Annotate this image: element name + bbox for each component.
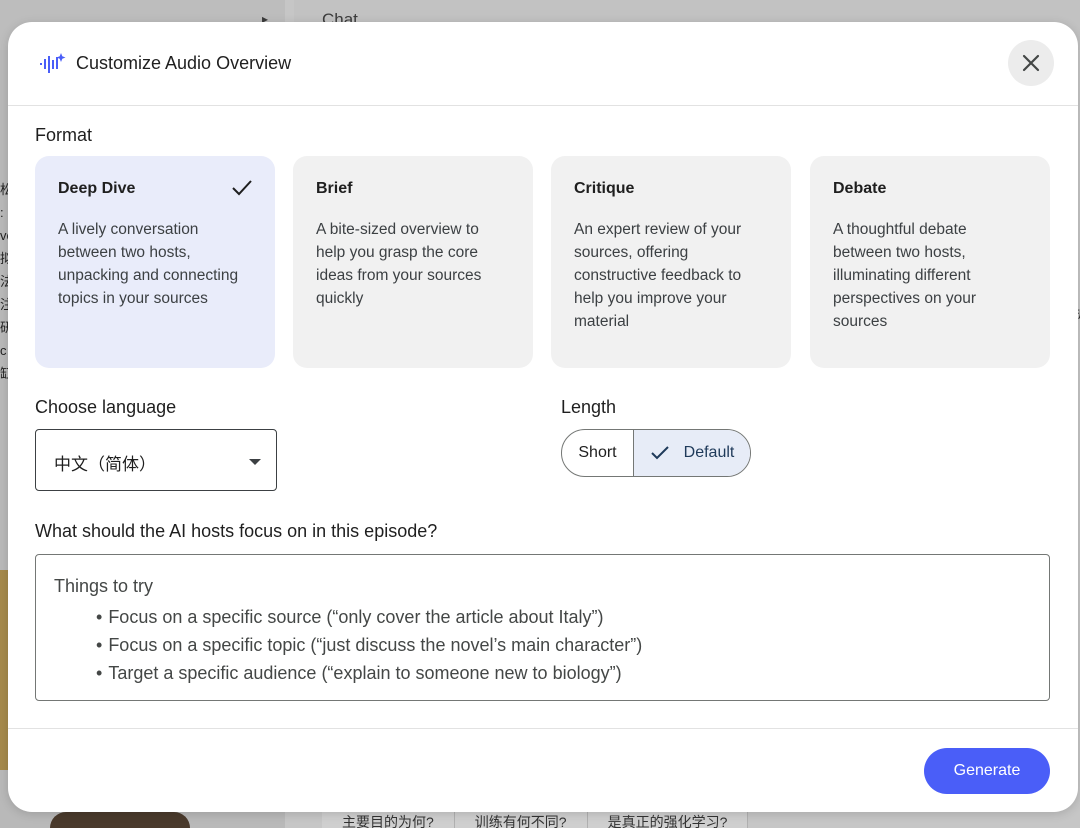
focus-label: What should the AI hosts focus on in thi…	[35, 521, 438, 541]
format-card-deep-dive[interactable]: Deep Dive A lively conversation between …	[35, 156, 275, 368]
dialog-title: Customize Audio Overview	[76, 53, 292, 73]
format-card-critique[interactable]: Critique An expert review of your source…	[551, 156, 791, 368]
format-card-title: Critique	[574, 180, 635, 197]
generate-button[interactable]: Generate	[924, 748, 1050, 794]
format-card-title: Brief	[316, 180, 353, 197]
checkmark-icon	[650, 446, 669, 460]
language-value: 中文（简体）	[54, 455, 156, 474]
audio-sparkle-icon	[40, 53, 66, 73]
format-card-title: Deep Dive	[58, 180, 136, 197]
length-label: Length	[561, 397, 617, 417]
focus-hint-item: Focus on a specific topic (“just discuss…	[96, 631, 642, 659]
focus-hint-item: Focus on a specific source (“only cover …	[96, 603, 642, 631]
focus-textarea[interactable]: Things to try Focus on a specific source…	[35, 554, 1050, 701]
focus-hint-item: Target a specific audience (“explain to …	[96, 659, 642, 687]
format-card-description: A lively conversation between two hosts,…	[58, 221, 239, 307]
format-card-brief[interactable]: Brief A bite-sized overview to help you …	[293, 156, 533, 368]
dialog-header: Customize Audio Overview	[8, 22, 1078, 106]
close-icon	[1022, 54, 1040, 72]
language-label: Choose language	[35, 397, 177, 417]
format-label: Format	[35, 125, 93, 145]
dropdown-arrow-icon	[249, 459, 261, 465]
format-card-title: Debate	[833, 180, 887, 197]
customize-audio-dialog: Customize Audio Overview Format Deep Div…	[8, 22, 1078, 812]
focus-placeholder-list: Focus on a specific source (“only cover …	[96, 603, 642, 687]
format-card-description: An expert review of your sources, offeri…	[574, 221, 742, 330]
length-option-default[interactable]: Default	[634, 430, 750, 476]
format-card-debate[interactable]: Debate A thoughtful debate between two h…	[810, 156, 1050, 368]
focus-placeholder-title: Things to try	[54, 576, 154, 596]
language-select[interactable]: 中文（简体）	[35, 429, 277, 491]
close-button[interactable]	[1008, 40, 1054, 86]
length-option-default-label: Default	[683, 444, 735, 461]
format-card-description: A bite-sized overview to help you grasp …	[316, 221, 482, 307]
background-avatar	[50, 812, 190, 828]
checkmark-icon	[232, 180, 252, 196]
footer-divider	[8, 728, 1078, 729]
length-segmented-control: Short Default	[561, 429, 751, 477]
length-option-short[interactable]: Short	[562, 430, 634, 476]
format-card-description: A thoughtful debate between two hosts, i…	[833, 221, 977, 330]
